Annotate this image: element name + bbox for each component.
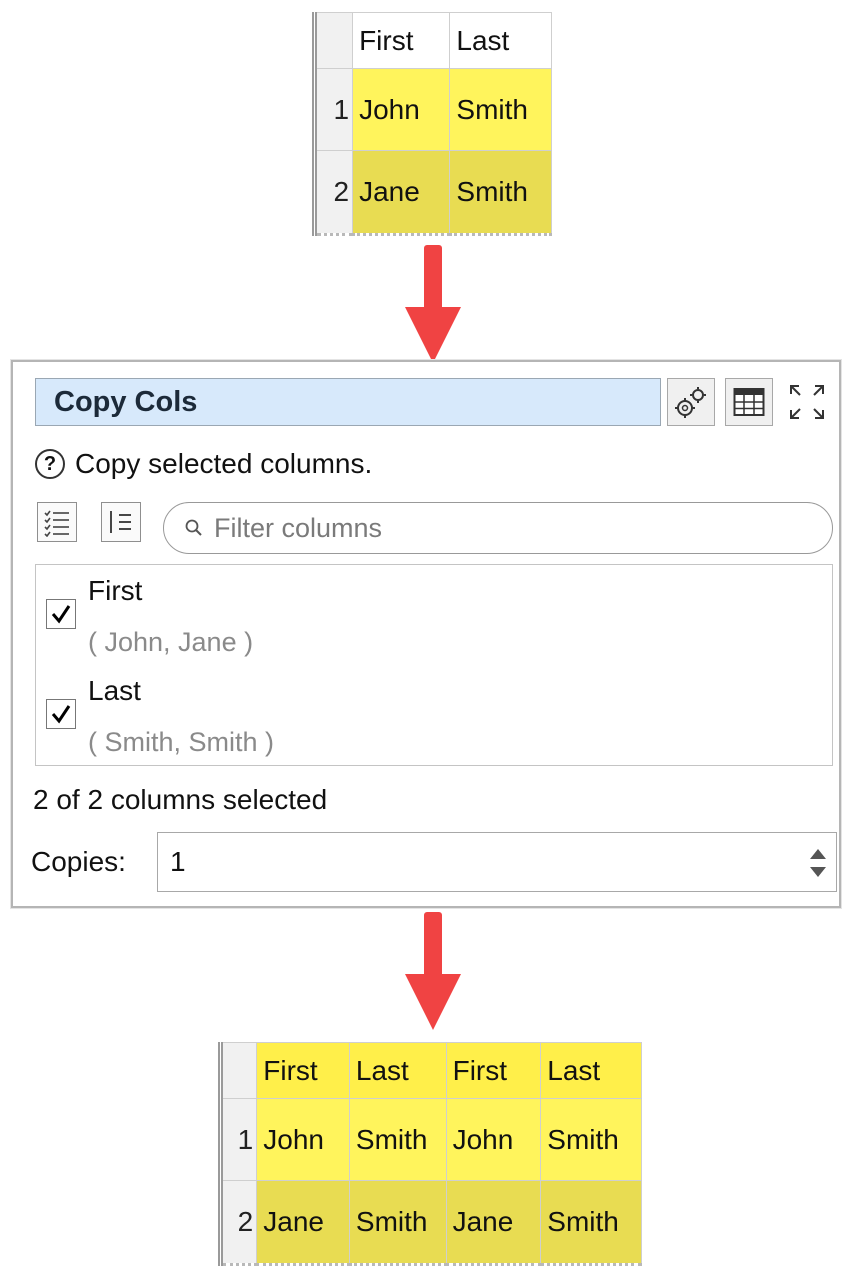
maximize-button[interactable] <box>783 378 831 426</box>
expand-icon <box>790 385 824 419</box>
column-checkbox[interactable] <box>46 699 76 729</box>
column-header[interactable]: Last <box>348 1042 447 1099</box>
list-item[interactable]: First ( John, Jane ) <box>36 565 832 665</box>
transform-title[interactable]: Copy Cols <box>35 378 661 426</box>
column-values: ( John, Jane ) <box>88 627 254 657</box>
selection-status: 2 of 2 columns selected <box>33 784 328 815</box>
column-values: ( Smith, Smith ) <box>88 727 275 757</box>
list-item[interactable]: Last ( Smith, Smith ) <box>36 665 832 765</box>
checklist-icon <box>44 510 69 537</box>
spin-down-icon[interactable] <box>810 867 826 877</box>
table-view-button[interactable] <box>725 378 773 426</box>
column-header[interactable]: Last <box>449 12 552 69</box>
output-table: First Last First Last 1 John Smith John … <box>217 1042 642 1266</box>
column-header[interactable]: First <box>256 1042 350 1099</box>
table-cell[interactable]: Jane <box>445 1180 542 1265</box>
table-cell[interactable]: John <box>445 1098 542 1181</box>
row-number: 2 <box>217 1180 258 1265</box>
table-cell[interactable]: John <box>256 1098 350 1181</box>
row-number: 1 <box>217 1098 258 1181</box>
checkmark-icon <box>51 705 71 724</box>
column-checkbox[interactable] <box>46 599 76 629</box>
copy-cols-panel: Copy Cols ? Copy selected columns. Filte… <box>11 360 841 908</box>
copies-input[interactable] <box>168 845 772 879</box>
checkmark-icon <box>51 605 71 624</box>
table-cell[interactable]: Smith <box>348 1098 447 1181</box>
list-icon <box>110 511 131 533</box>
column-name: First <box>88 575 143 606</box>
table-cell[interactable]: Smith <box>449 150 552 235</box>
copies-label: Copies: <box>31 846 126 877</box>
copies-spinbox[interactable] <box>157 832 837 892</box>
gears-icon <box>675 387 706 418</box>
gears-button[interactable] <box>667 378 715 426</box>
down-arrow-icon <box>405 245 461 363</box>
filter-columns-input[interactable] <box>212 511 816 545</box>
input-table: First Last 1 John Smith 2 Jane Smith <box>311 12 552 236</box>
column-name: Last <box>88 675 141 706</box>
search-icon <box>185 519 202 536</box>
table-cell[interactable]: Smith <box>540 1180 642 1265</box>
select-all-button[interactable] <box>37 502 77 542</box>
help-row: ? Copy selected columns. <box>35 444 372 484</box>
table-cell[interactable]: Smith <box>348 1180 447 1265</box>
column-header[interactable]: First <box>445 1042 542 1099</box>
column-header[interactable]: First <box>352 12 451 69</box>
help-text: Copy selected columns. <box>75 448 373 479</box>
corner-cell <box>217 1042 258 1099</box>
spin-up-icon[interactable] <box>810 849 826 859</box>
table-cell[interactable]: Smith <box>449 68 552 151</box>
column-list: First ( John, Jane ) Last ( Smith, Smith… <box>35 564 833 766</box>
filter-columns-field[interactable] <box>163 502 833 554</box>
row-number: 1 <box>311 68 354 151</box>
column-header[interactable]: Last <box>540 1042 642 1099</box>
table-cell[interactable]: John <box>352 68 451 151</box>
table-icon <box>733 388 765 416</box>
help-icon[interactable]: ? <box>35 449 65 479</box>
table-cell[interactable]: Jane <box>256 1180 350 1265</box>
corner-cell <box>311 12 354 69</box>
list-view-button[interactable] <box>101 502 141 542</box>
down-arrow-icon <box>405 912 461 1030</box>
table-cell[interactable]: Smith <box>540 1098 642 1181</box>
row-number: 2 <box>311 150 354 235</box>
table-cell[interactable]: Jane <box>352 150 451 235</box>
